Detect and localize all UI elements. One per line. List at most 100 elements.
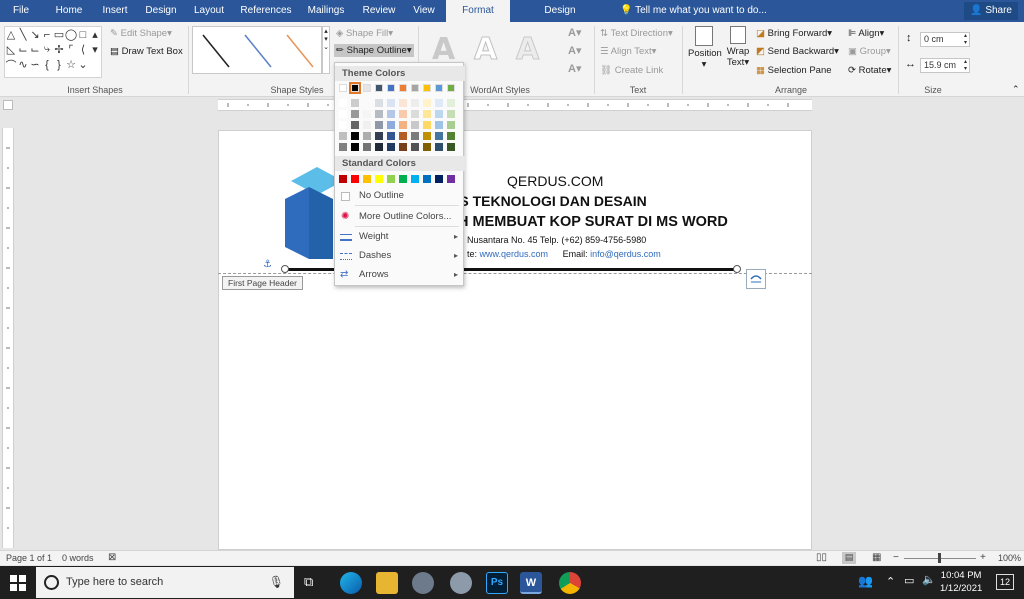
- arrow-shape-icon[interactable]: ↘: [29, 27, 41, 42]
- expand-gallery-icon[interactable]: ⌄: [77, 57, 89, 72]
- read-mode-icon[interactable]: ▯▯: [816, 552, 827, 563]
- theme-color-shade-swatch[interactable]: [387, 121, 395, 129]
- theme-color-swatch[interactable]: [375, 84, 383, 92]
- tab-home[interactable]: Home: [50, 0, 88, 22]
- elbow-shape-icon[interactable]: ⌐: [41, 27, 53, 42]
- theme-color-swatch[interactable]: [435, 84, 443, 92]
- shape-width-field[interactable]: 15.9 cm ▴ ▾: [920, 58, 970, 73]
- standard-color-swatch[interactable]: [399, 175, 407, 183]
- tab-view[interactable]: View: [406, 0, 442, 22]
- theme-color-shade-swatch[interactable]: [447, 110, 455, 118]
- connector-shape-icon[interactable]: ⌙: [17, 42, 29, 57]
- shape-height-field[interactable]: 0 cm ▴ ▾: [920, 32, 970, 47]
- zoom-level[interactable]: 100%: [998, 553, 1021, 563]
- selection-pane-button[interactable]: ▦ Selection Pane: [756, 65, 832, 76]
- theme-color-swatch[interactable]: [387, 84, 395, 92]
- tab-design[interactable]: Design: [140, 0, 182, 22]
- theme-color-shade-swatch[interactable]: [411, 99, 419, 107]
- theme-color-swatch[interactable]: [411, 84, 419, 92]
- group-button[interactable]: ▣ Group▾: [848, 46, 891, 57]
- document-page[interactable]: QERDUS.COM PS TEKNOLOGI DAN DESAIN H MEM…: [218, 130, 812, 550]
- theme-color-shade-swatch[interactable]: [363, 121, 371, 129]
- standard-color-swatch[interactable]: [411, 175, 419, 183]
- tab-format[interactable]: Format: [446, 0, 510, 22]
- standard-color-swatch[interactable]: [435, 175, 443, 183]
- tab-mailings[interactable]: Mailings: [302, 0, 350, 22]
- paint3d-app-icon[interactable]: [450, 572, 472, 594]
- collapse-ribbon-icon[interactable]: ⌃: [1012, 84, 1020, 95]
- website-link[interactable]: www.qerdus.com: [480, 249, 549, 259]
- task-view-icon[interactable]: ⧉: [304, 574, 313, 590]
- weight-item[interactable]: Weight ▸: [335, 228, 465, 246]
- theme-color-shade-swatch[interactable]: [351, 110, 359, 118]
- standard-color-swatch[interactable]: [375, 175, 383, 183]
- width-spin-icon[interactable]: ▴ ▾: [964, 59, 967, 73]
- layout-options-icon[interactable]: [746, 269, 766, 289]
- create-link-button[interactable]: ⛓ Create Link: [600, 65, 663, 76]
- more-outline-colors-item[interactable]: ✺ More Outline Colors...: [335, 208, 465, 226]
- bent-arrow-icon[interactable]: ⤷: [41, 42, 53, 57]
- dashes-item[interactable]: Dashes ▸: [335, 247, 465, 265]
- theme-color-shade-swatch[interactable]: [423, 110, 431, 118]
- theme-color-shade-swatch[interactable]: [435, 143, 443, 151]
- header-contacts[interactable]: te: www.qerdus.com Email: info@qerdus.co…: [467, 249, 661, 259]
- theme-color-shade-swatch[interactable]: [411, 132, 419, 140]
- draw-text-box-button[interactable]: ▤ Draw Text Box: [110, 46, 183, 57]
- print-layout-icon[interactable]: ▤: [842, 552, 856, 564]
- theme-color-shade-swatch[interactable]: [363, 110, 371, 118]
- tab-review[interactable]: Review: [358, 0, 400, 22]
- height-spin-icon[interactable]: ▴ ▾: [964, 33, 967, 47]
- theme-color-shade-swatch[interactable]: [339, 99, 347, 107]
- theme-color-shade-swatch[interactable]: [375, 110, 383, 118]
- theme-color-shade-swatch[interactable]: [375, 143, 383, 151]
- theme-color-swatch[interactable]: [349, 82, 361, 94]
- file-explorer-icon[interactable]: [376, 572, 398, 594]
- theme-color-shade-swatch[interactable]: [339, 121, 347, 129]
- tab-references[interactable]: References: [238, 0, 294, 22]
- theme-color-swatch[interactable]: [339, 84, 347, 92]
- theme-color-shade-swatch[interactable]: [339, 110, 347, 118]
- theme-color-shade-swatch[interactable]: [447, 121, 455, 129]
- theme-color-swatch[interactable]: [423, 84, 431, 92]
- curve-shape-icon[interactable]: ⌒: [5, 57, 17, 72]
- theme-color-shade-swatch[interactable]: [423, 132, 431, 140]
- styles-scroll-buttons[interactable]: ▴ ▾ ⌄: [322, 26, 330, 74]
- style-blue-line[interactable]: [244, 34, 272, 68]
- theme-color-shade-swatch[interactable]: [363, 132, 371, 140]
- header-line-1[interactable]: PS TEKNOLOGI DAN DESAIN: [450, 193, 647, 209]
- rbrace-icon[interactable]: }: [53, 57, 65, 72]
- theme-color-shade-swatch[interactable]: [363, 99, 371, 107]
- theme-color-shade-swatch[interactable]: [423, 143, 431, 151]
- tab-file[interactable]: File: [4, 0, 38, 22]
- rotate-button[interactable]: ⟳ Rotate▾: [848, 65, 891, 76]
- theme-color-shade-swatch[interactable]: [435, 110, 443, 118]
- align-button[interactable]: ⊫ Align▾: [848, 28, 884, 39]
- arrows-item[interactable]: ⇄ Arrows ▸: [335, 266, 465, 284]
- connector2-shape-icon[interactable]: ⌙: [29, 42, 41, 57]
- people-icon[interactable]: 👥: [858, 574, 873, 588]
- more-up-icon[interactable]: ▴: [89, 27, 101, 42]
- text-direction-button[interactable]: ⇅ Text Direction▾: [600, 28, 673, 39]
- style-orange-line[interactable]: [286, 34, 314, 68]
- line-handle-left[interactable]: [281, 265, 289, 273]
- header-site-name[interactable]: QERDUS.COM: [507, 173, 603, 189]
- theme-color-shade-swatch[interactable]: [351, 99, 359, 107]
- speaker-icon[interactable]: 🔈: [922, 573, 936, 586]
- theme-color-shade-swatch[interactable]: [411, 143, 419, 151]
- shapes-gallery[interactable]: △ ╲ ↘ ⌐ ▭ ◯ □ ▴ ◺ ⌙ ⌙ ⤷ ✢ ⌜ ⟨ ▾ ⌒ ∿ ∽{} ☆ ⌄: [4, 26, 102, 78]
- windows-start-icon[interactable]: [10, 575, 26, 591]
- tab-layout[interactable]: Layout: [188, 0, 230, 22]
- position-button[interactable]: Position ▾: [688, 26, 722, 70]
- theme-color-swatch[interactable]: [447, 84, 455, 92]
- wrap-text-button[interactable]: Wrap Text▾: [724, 26, 752, 68]
- more-down-icon[interactable]: ▾: [89, 42, 101, 57]
- theme-color-shade-swatch[interactable]: [423, 121, 431, 129]
- theme-color-shade-swatch[interactable]: [435, 99, 443, 107]
- paint-app-icon[interactable]: [412, 572, 434, 594]
- no-outline-item[interactable]: No Outline: [335, 187, 465, 205]
- theme-color-shade-swatch[interactable]: [399, 99, 407, 107]
- theme-color-shade-swatch[interactable]: [411, 110, 419, 118]
- theme-color-shade-swatch[interactable]: [351, 121, 359, 129]
- rtriangle-shape-icon[interactable]: ◺: [5, 42, 17, 57]
- theme-color-shade-swatch[interactable]: [447, 99, 455, 107]
